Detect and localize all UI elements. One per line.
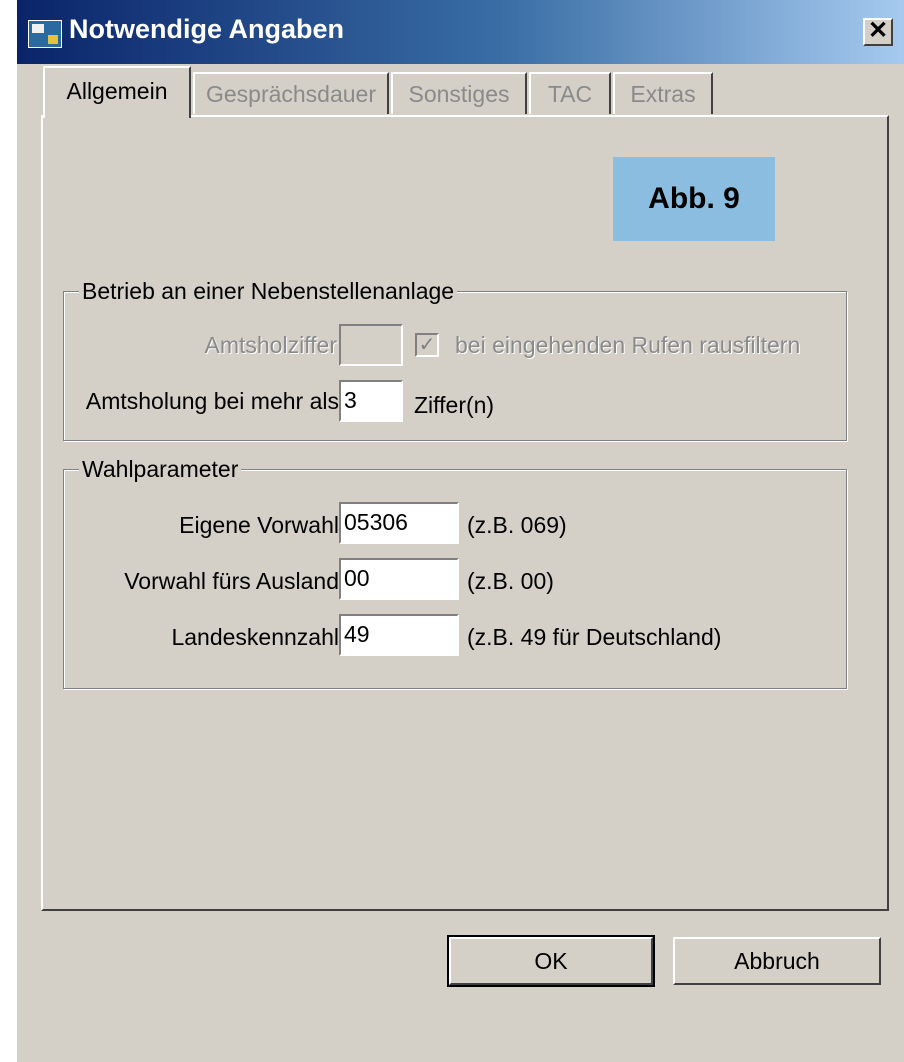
eigene-vorwahl-input[interactable]: 05306: [339, 502, 459, 544]
close-button[interactable]: ✕: [863, 18, 893, 46]
landeskennzahl-label: Landeskennzahl: [171, 624, 339, 650]
filter-incoming-label: bei eingehenden Rufen rausfiltern: [455, 332, 801, 358]
cancel-button[interactable]: Abbruch: [673, 937, 881, 985]
tab-allgemein[interactable]: Allgemein: [43, 66, 191, 118]
landeskennzahl-hint: (z.B. 49 für Deutschland): [467, 624, 722, 650]
vorwahl-ausland-input[interactable]: 00: [339, 558, 459, 600]
tab-gespraechsdauer[interactable]: Gesprächsdauer: [193, 72, 389, 114]
group-wahlparameter-legend: Wahlparameter: [79, 456, 242, 483]
amtsholung-suffix: Ziffer(n): [414, 392, 495, 418]
window-title: Notwendige Angaben: [69, 14, 344, 44]
amtsholziffer-input[interactable]: [339, 324, 403, 366]
ok-button[interactable]: OK: [447, 935, 655, 987]
figure-label: Abb. 9: [613, 157, 775, 241]
vorwahl-ausland-label: Vorwahl fürs Ausland: [124, 568, 339, 594]
amtsholung-label: Amtsholung bei mehr als: [85, 388, 339, 414]
app-icon: [28, 20, 62, 48]
vorwahl-ausland-hint: (z.B. 00): [467, 568, 554, 594]
filter-incoming-checkbox[interactable]: ✓: [415, 333, 439, 357]
tab-sonstiges[interactable]: Sonstiges: [391, 72, 527, 114]
title-bar[interactable]: Notwendige Angaben ✕: [17, 0, 904, 64]
tab-tac[interactable]: TAC: [529, 72, 611, 114]
group-nebenstellenanlage-legend: Betrieb an einer Nebenstellenanlage: [79, 278, 458, 305]
eigene-vorwahl-hint: (z.B. 069): [467, 512, 567, 538]
amtsholziffer-label: Amtsholziffer: [204, 332, 337, 358]
dialog-window: Notwendige Angaben ✕ Allgemein Gesprächs…: [17, 0, 904, 1062]
amtsholung-input[interactable]: 3: [339, 380, 403, 422]
landeskennzahl-input[interactable]: 49: [339, 614, 459, 656]
eigene-vorwahl-label: Eigene Vorwahl: [179, 512, 339, 538]
tab-extras[interactable]: Extras: [613, 72, 713, 114]
